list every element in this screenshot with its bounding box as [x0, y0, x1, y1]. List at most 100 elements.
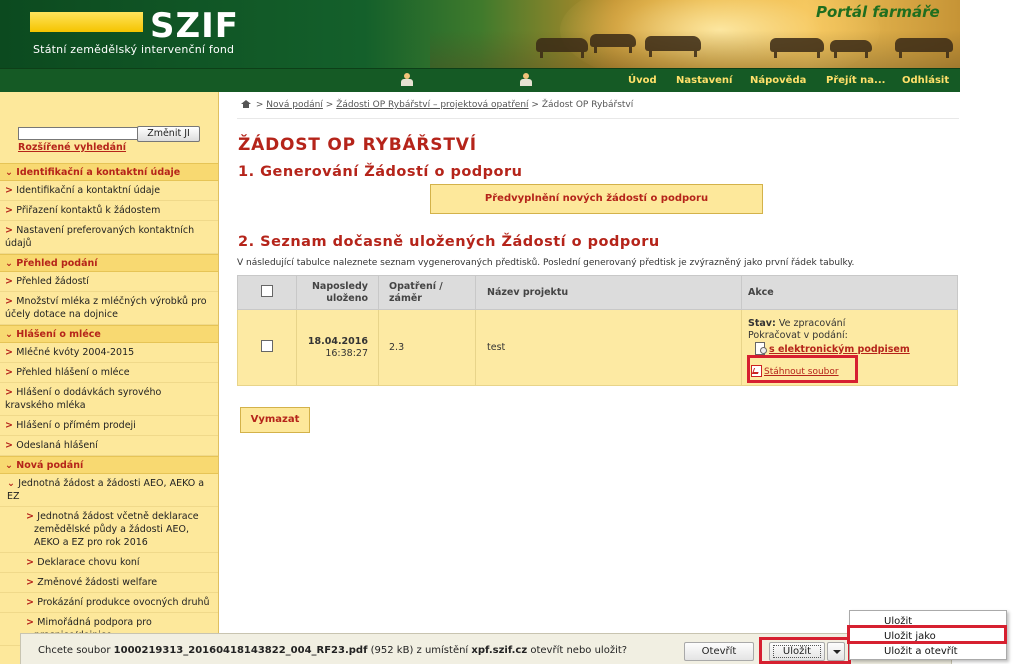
digital-signature-icon — [754, 341, 767, 355]
sidebar-section-prehled-podani[interactable]: ⌄ Přehled podání — [0, 254, 218, 272]
sidebar-subitem[interactable]: > Změnové žádosti welfare — [0, 573, 218, 593]
sidebar-subitem[interactable]: > Jednotná žádost včetně deklarace zeměd… — [0, 507, 218, 553]
portal-title: Portál farmáře — [816, 3, 940, 21]
sidebar-section-label: Identifikační a kontaktní údaje — [16, 167, 181, 178]
cow-silhouette — [645, 36, 701, 57]
cow-silhouette — [830, 40, 872, 58]
arrow-right-icon: > — [5, 296, 17, 307]
ji-search-input[interactable] — [18, 127, 138, 140]
sidebar-item-label: Nastavení preferovaných kontaktních údaj… — [5, 225, 195, 249]
column-header-project: Název projektu — [475, 275, 742, 310]
status-label: Stav: — [748, 317, 776, 329]
download-link-highlight — [747, 355, 858, 383]
arrow-right-icon: > — [5, 387, 17, 398]
sidebar-item-label: Přehled žádostí — [16, 276, 89, 287]
sidebar-item-label: Prokázání produkce ovocných druhů — [37, 597, 210, 608]
nav-napoveda[interactable]: Nápověda — [750, 75, 806, 86]
sidebar-item-label: Množství mléka z mléčných výrobků pro úč… — [5, 296, 207, 320]
row-checkbox-cell — [237, 309, 297, 386]
sidebar-subitem[interactable]: > Prokázání produkce ovocných druhů — [0, 593, 218, 613]
sidebar-item[interactable]: > Odeslaná hlášení — [0, 436, 218, 456]
sidebar-item-label: Hlášení o přímém prodeji — [16, 420, 136, 431]
sidebar-item[interactable]: > Hlášení o přímém prodeji — [0, 416, 218, 436]
sidebar-item[interactable]: > Identifikační a kontaktní údaje — [0, 181, 218, 201]
home-icon[interactable] — [241, 100, 251, 108]
sidebar-item[interactable]: > Přehled hlášení o mléce — [0, 363, 218, 383]
top-nav: Úvod Nastavení Nápověda Přejít na... Odh… — [0, 68, 960, 92]
nav-prejit-na[interactable]: Přejít na... — [826, 75, 885, 86]
cow-silhouette — [770, 38, 824, 58]
sidebar-item-label: Identifikační a kontaktní údaje — [16, 185, 161, 196]
row-checkbox[interactable] — [261, 340, 273, 352]
chevron-down-icon: ⌄ — [7, 478, 19, 489]
chevron-down-icon: ⌄ — [5, 167, 17, 178]
sidebar-item-label: Změnové žádosti welfare — [37, 577, 158, 588]
szif-logo-text: SZIF — [150, 6, 240, 46]
sign-electronically-link[interactable]: s elektronickým podpisem — [769, 344, 910, 355]
sidebar-item-group[interactable]: ⌄ Jednotná žádost a žádosti AEO, AEKO a … — [0, 474, 218, 507]
sidebar-item[interactable]: > Přiřazení kontaktů k žádostem — [0, 201, 218, 221]
sidebar-item[interactable]: > Množství mléka z mléčných výrobků pro … — [0, 292, 218, 325]
sidebar-subitem[interactable]: > Deklarace chovu koní — [0, 553, 218, 573]
delete-button[interactable]: Vymazat — [240, 407, 310, 433]
user-icon[interactable] — [519, 73, 533, 87]
sidebar-item-label: Přehled hlášení o mléce — [16, 367, 130, 378]
sidebar-item-label: Hlášení o dodávkách syrového kravského m… — [5, 387, 162, 411]
arrow-right-icon: > — [5, 276, 17, 287]
breadcrumb-nova-podani[interactable]: Nová podání — [266, 100, 323, 110]
arrow-right-icon: > — [5, 440, 17, 451]
nav-nastaveni[interactable]: Nastavení — [676, 75, 732, 86]
breadcrumb-separator: > — [255, 100, 264, 110]
sidebar-section-identifikacni[interactable]: ⌄ Identifikační a kontaktní údaje — [0, 163, 218, 181]
prefill-applications-button[interactable]: Předvyplnění nových žádostí o podporu — [430, 184, 763, 214]
download-filename: 1000219313_20160418143822_004_RF23.pdf — [113, 645, 368, 656]
sidebar-item-label: Mléčné kvóty 2004-2015 — [16, 347, 135, 358]
sidebar-item[interactable]: > Přehled žádostí — [0, 272, 218, 292]
measure-cell: 2.3 — [378, 309, 476, 386]
save-as-highlight — [847, 625, 1007, 644]
menu-item-save-and-open[interactable]: Uložit a otevřít — [850, 644, 1006, 659]
arrow-right-icon: > — [5, 347, 17, 358]
open-file-button[interactable]: Otevřít — [684, 642, 754, 661]
sidebar-item-label: Přiřazení kontaktů k žádostem — [16, 205, 161, 216]
arrow-right-icon: > — [26, 577, 38, 588]
page-title: ŽÁDOST OP RYBÁŘSTVÍ — [238, 135, 477, 155]
user-icon[interactable] — [400, 73, 414, 87]
sidebar-section-label: Nová podání — [16, 460, 84, 471]
download-prompt-prefix: Chcete soubor — [38, 645, 111, 656]
arrow-right-icon: > — [26, 597, 38, 608]
advanced-search-link[interactable]: Rozšířené vyhledání — [18, 142, 126, 153]
szif-logo-mark — [30, 12, 143, 32]
sidebar-section-hlaseni-o-mlece[interactable]: ⌄ Hlášení o mléce — [0, 325, 218, 343]
sidebar: Změnit JI Rozšířené vyhledání ⌄ Identifi… — [0, 92, 219, 664]
breadcrumb-current: Žádost OP Rybářství — [541, 100, 634, 110]
sidebar-item-label: Odeslaná hlášení — [16, 440, 98, 451]
sidebar-item[interactable]: > Hlášení o dodávkách syrového kravského… — [0, 383, 218, 416]
sidebar-item-label: Jednotná žádost a žádosti AEO, AEKO a EZ — [7, 478, 205, 502]
sidebar-item-label: Jednotná žádost včetně deklarace zeměděl… — [34, 511, 199, 548]
save-button-highlight — [759, 637, 851, 664]
column-header-saved: Naposledy uloženo — [296, 275, 379, 310]
saved-cell: 18.04.2016 16:38:27 — [296, 309, 379, 386]
arrow-right-icon: > — [5, 225, 17, 236]
sidebar-item[interactable]: > Mléčné kvóty 2004-2015 — [0, 343, 218, 363]
select-all-header — [237, 275, 297, 310]
download-prompt: Chcete soubor 1000219313_20160418143822_… — [38, 645, 627, 656]
project-name-cell: test — [475, 309, 742, 386]
change-ji-button[interactable]: Změnit JI — [137, 126, 200, 142]
sidebar-section-nova-podani[interactable]: ⌄ Nová podání — [0, 456, 218, 474]
breadcrumb-separator: > — [531, 100, 539, 110]
select-all-checkbox[interactable] — [261, 284, 273, 297]
column-header-actions: Akce — [741, 275, 958, 310]
nav-uvod[interactable]: Úvod — [628, 75, 657, 86]
cow-silhouette — [895, 38, 953, 58]
column-header-measure: Opatření / záměr — [378, 275, 476, 310]
download-host: xpf.szif.cz — [471, 645, 528, 656]
nav-odhlasit[interactable]: Odhlásit — [902, 75, 949, 86]
main-content: > Nová podání > Žádosti OP Rybářství – p… — [237, 92, 959, 664]
table-info-text: V následující tabulce naleznete seznam v… — [237, 258, 855, 268]
chevron-down-icon: ⌄ — [5, 460, 17, 471]
saved-date: 18.04.2016 — [307, 335, 368, 347]
breadcrumb-zadosti-op-rybarstvi[interactable]: Žádosti OP Rybářství – projektová opatře… — [336, 100, 528, 110]
sidebar-item[interactable]: > Nastavení preferovaných kontaktních úd… — [0, 221, 218, 254]
